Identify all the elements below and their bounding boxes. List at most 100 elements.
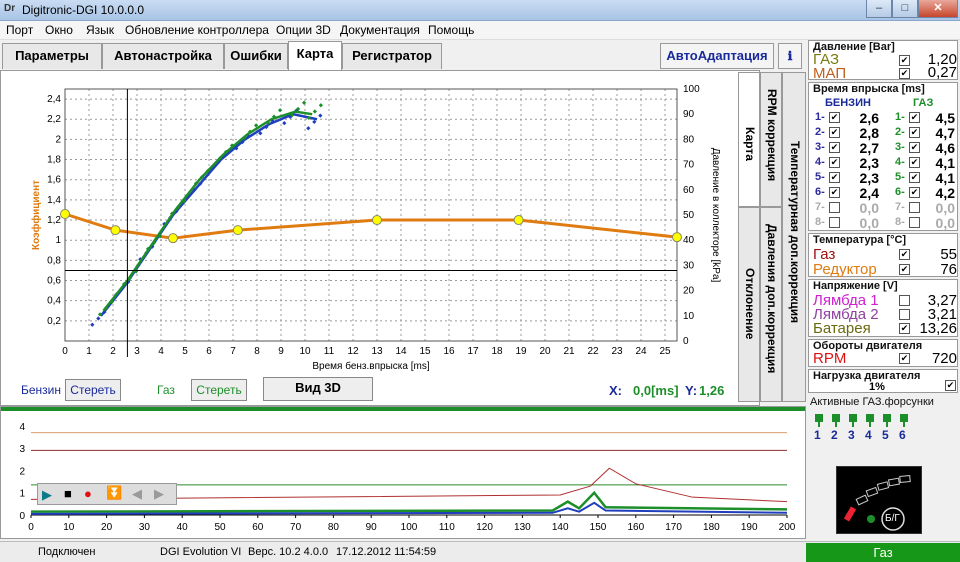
y-right-tick-label: 30: [683, 260, 695, 271]
lambda2-check[interactable]: [899, 309, 910, 320]
x-tick-label: 9: [278, 346, 284, 357]
y-left-tick-label: 0,6: [47, 276, 61, 287]
gas-injector-check[interactable]: [909, 217, 920, 228]
gas-injector-check[interactable]: [909, 172, 920, 183]
play-icon[interactable]: ▶: [42, 487, 52, 503]
auto-adapt-button[interactable]: АвтоАдаптация: [660, 43, 774, 69]
recorder-strip: 0 1 2 3 4 0 10 20 30 40 50 60 70 80 90 100 110 120 130 140 1…: [0, 406, 806, 539]
reducer-temp-check[interactable]: [899, 264, 910, 275]
x-tick-label: 17: [467, 346, 479, 357]
gas-injector-check[interactable]: [909, 127, 920, 138]
gas-injector-num: 3-: [895, 141, 905, 153]
info-icon[interactable]: ℹ: [778, 43, 802, 69]
back-icon[interactable]: ◀: [132, 486, 142, 502]
gas-injector-check[interactable]: [909, 112, 920, 123]
map-label: МАП: [813, 65, 847, 82]
view-3d-button[interactable]: Вид 3D: [263, 377, 373, 401]
y-left-tick-label: 1,4: [47, 195, 61, 206]
menu-window[interactable]: Окно: [45, 23, 73, 37]
strip-top-band: [1, 407, 805, 411]
clear-petrol-button[interactable]: Стереть: [65, 379, 121, 401]
maximize-button[interactable]: □: [892, 0, 918, 18]
stop-icon[interactable]: ■: [64, 486, 72, 501]
x-tick-label: 21: [563, 346, 575, 357]
gas-injector-check[interactable]: [909, 202, 920, 213]
strip-x-tick: 150: [590, 522, 607, 533]
menu-port[interactable]: Порт: [6, 23, 33, 37]
y-right-tick-label: 90: [683, 109, 695, 120]
gas-injector-num: 7-: [895, 201, 905, 213]
x-tick-label: 16: [443, 346, 455, 357]
y-right-tick-label: 0: [683, 336, 689, 347]
menu-docs[interactable]: Документация: [340, 23, 420, 37]
petrol-injector-check[interactable]: [829, 172, 840, 183]
rpm-check[interactable]: [899, 353, 910, 364]
tab-parameters[interactable]: Параметры: [2, 43, 102, 69]
x-tick-label: 4: [158, 346, 164, 357]
x-tick-label: 14: [395, 346, 407, 357]
y-left-tick-label: 0,4: [47, 296, 61, 307]
menu-update[interactable]: Обновление контроллера: [125, 23, 269, 37]
temp-title: Температура [°C]: [813, 234, 907, 246]
gas-injector-value: 4,7: [935, 125, 955, 141]
injector-icon: 4: [863, 412, 877, 442]
tab-autotune[interactable]: Автонастройка: [102, 43, 224, 69]
gas-pressure-check[interactable]: [899, 55, 910, 66]
strip-y-tick: 3: [19, 444, 25, 455]
window-title: Digitronic-DGI 10.0.0.0: [22, 3, 145, 17]
menu-3d-options[interactable]: Опции 3D: [276, 23, 331, 37]
gas-column-label: ГАЗ: [913, 97, 934, 109]
petrol-injector-check[interactable]: [829, 217, 840, 228]
tab-map[interactable]: Карта: [288, 41, 342, 70]
playback-toolbar: ▶ ■ ● ⏬ ◀ ▶: [37, 483, 177, 505]
forward-icon[interactable]: ▶: [154, 486, 164, 502]
vtab-map[interactable]: Карта: [738, 72, 760, 207]
petrol-injector-value: 0,0: [859, 200, 879, 216]
tab-errors[interactable]: Ошибки: [224, 43, 288, 69]
menu-help[interactable]: Помощь: [428, 23, 474, 37]
gas-injector-check[interactable]: [909, 157, 920, 168]
petrol-injector-value: 2,6: [859, 110, 879, 126]
scatter-point: [318, 103, 323, 108]
petrol-injector-num: 1-: [815, 111, 825, 123]
y-right-tick-label: 40: [683, 235, 695, 246]
gas-injector-check[interactable]: [909, 187, 920, 198]
y-left-tick-label: 0,2: [47, 316, 61, 327]
map-chart[interactable]: 0 1 2 3 4 5 6 7 8 9 10 11 12 13 14 15 16 17 18 19 20 21 22 23 24…: [1, 71, 759, 371]
gas-switch-gauge[interactable]: Б/Г: [836, 466, 922, 534]
menu-language[interactable]: Язык: [86, 23, 114, 37]
vtab-temp-correction[interactable]: Температурная доп.коррекция: [782, 72, 806, 402]
y-left-tick-label: 2,4: [47, 94, 61, 105]
vtab-rpm-correction[interactable]: RPM коррекция: [760, 72, 782, 207]
gas-injector-check[interactable]: [909, 142, 920, 153]
map-check[interactable]: [899, 68, 910, 79]
download-icon[interactable]: ⏬: [106, 485, 122, 501]
strip-x-tick: 70: [290, 522, 302, 533]
vtab-deviation[interactable]: Отклонение: [738, 207, 760, 402]
injector-number: 4: [865, 428, 872, 442]
record-icon[interactable]: ●: [84, 486, 92, 501]
scatter-point: [96, 316, 101, 321]
close-button[interactable]: ✕: [918, 0, 958, 18]
minimize-button[interactable]: –: [866, 0, 892, 18]
petrol-injector-check[interactable]: [829, 202, 840, 213]
petrol-injector-check[interactable]: [829, 142, 840, 153]
tab-recorder[interactable]: Регистратор: [342, 43, 442, 69]
petrol-label: Бензин: [21, 383, 62, 397]
y-right-axis-label: Давление в коллекторе [kPa]: [710, 148, 721, 283]
clear-gas-button[interactable]: Стереть: [191, 379, 247, 401]
strip-x-tick: 0: [28, 522, 34, 533]
load-check[interactable]: [945, 380, 956, 391]
chart-controls: Бензин Стереть Газ Стереть Вид 3D X: 0,0…: [1, 371, 759, 405]
strip-x-tick: 160: [627, 522, 644, 533]
vtab-pressure-correction[interactable]: Давления доп.коррекция: [760, 207, 782, 402]
petrol-injector-check[interactable]: [829, 187, 840, 198]
petrol-injector-check[interactable]: [829, 112, 840, 123]
lambda1-check[interactable]: [899, 295, 910, 306]
injector-icon: 2: [829, 412, 843, 442]
gas-injector-num: 1-: [895, 111, 905, 123]
x-tick-label: 24: [635, 346, 647, 357]
petrol-injector-check[interactable]: [829, 127, 840, 138]
petrol-injector-check[interactable]: [829, 157, 840, 168]
gas-temp-check[interactable]: [899, 249, 910, 260]
